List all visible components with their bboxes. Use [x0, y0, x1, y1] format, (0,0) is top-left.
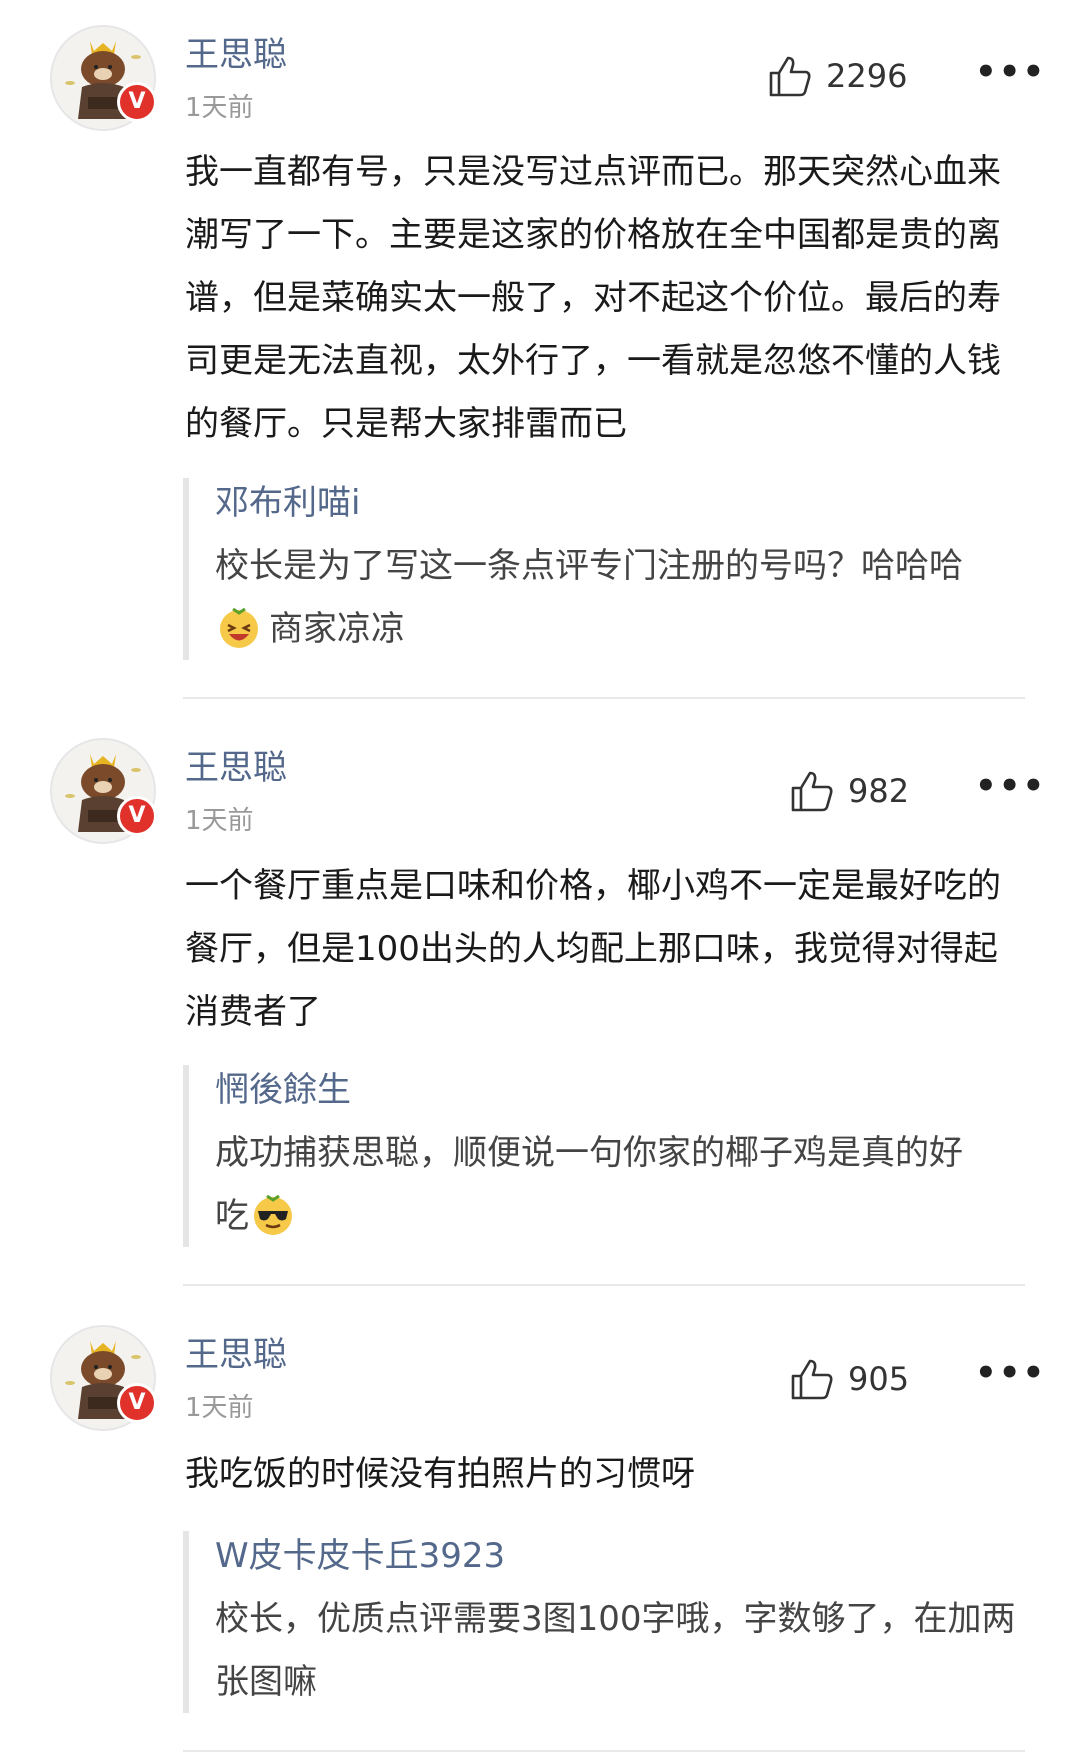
comment-text: 一个餐厅重点是口味和价格，椰小鸡不一定是最好吃的餐厅，但是100出头的人均配上那… — [185, 866, 1001, 1032]
reply-author[interactable]: W皮卡皮卡丘3923 — [215, 1524, 1025, 1588]
comment-text: 我一直都有号，只是没写过点评而已。那天突然心血来潮写了一下。主要是这家的价格放在… — [185, 152, 1001, 444]
comment-author[interactable]: 王思聪 — [185, 1327, 287, 1376]
like-button[interactable]: 905 — [790, 1358, 909, 1400]
divider — [183, 697, 1025, 699]
reply-block: W皮卡皮卡丘3923 校长，优质点评需要3图100字哦，字数够了，在加两张图嘛 — [183, 1531, 1025, 1713]
reply-author[interactable]: 邓布利喵i — [215, 471, 1025, 535]
reply-text-line: 吃 — [215, 1185, 1025, 1248]
more-dots-icon[interactable]: ••• — [975, 766, 1046, 806]
verified-badge-icon: V — [117, 82, 157, 122]
thumbs-up-icon — [769, 56, 811, 97]
divider — [183, 1750, 1025, 1752]
verified-badge-icon: V — [117, 796, 157, 836]
reply-block: 惘後餘生 成功捕获思聪，顺便说一句你家的椰子鸡是真的好 吃 — [183, 1065, 1025, 1247]
laughing-tears-emoji — [220, 607, 258, 648]
comment-time: 1天前 — [185, 1393, 254, 1423]
like-count: 2296 — [826, 57, 908, 95]
sunglasses-emoji — [254, 1194, 292, 1235]
comment-text: 我吃饭的时候没有拍照片的习惯呀 — [185, 1454, 695, 1494]
like-button[interactable]: 982 — [790, 770, 909, 812]
like-count: 905 — [848, 1360, 910, 1398]
reply-text-tail: 吃 — [215, 1196, 249, 1236]
comment-time: 1天前 — [185, 93, 254, 123]
comment-author[interactable]: 王思聪 — [185, 27, 287, 76]
like-count: 982 — [848, 772, 910, 810]
comment-author[interactable]: 王思聪 — [185, 740, 287, 789]
thumbs-up-icon — [791, 1359, 833, 1400]
verified-badge-icon: V — [117, 1383, 157, 1423]
more-dots-icon[interactable]: ••• — [975, 52, 1046, 92]
reply-author[interactable]: 惘後餘生 — [215, 1058, 1025, 1122]
like-button[interactable]: 2296 — [768, 55, 907, 97]
divider — [183, 1284, 1025, 1286]
reply-text-line: 商家凉凉 — [215, 598, 1025, 661]
more-dots-icon[interactable]: ••• — [975, 1353, 1046, 1393]
comment-time: 1天前 — [185, 806, 254, 836]
reply-block: 邓布利喵i 校长是为了写这一条点评专门注册的号吗？哈哈哈 商家凉凉 — [183, 478, 1025, 660]
reply-text-tail: 商家凉凉 — [269, 609, 405, 649]
reply-text: 校长是为了写这一条点评专门注册的号吗？哈哈哈 — [215, 546, 963, 586]
reply-text: 成功捕获思聪，顺便说一句你家的椰子鸡是真的好 — [215, 1133, 963, 1173]
thumbs-up-icon — [791, 771, 833, 812]
reply-text: 校长，优质点评需要3图100字哦，字数够了，在加两张图嘛 — [215, 1599, 1016, 1702]
